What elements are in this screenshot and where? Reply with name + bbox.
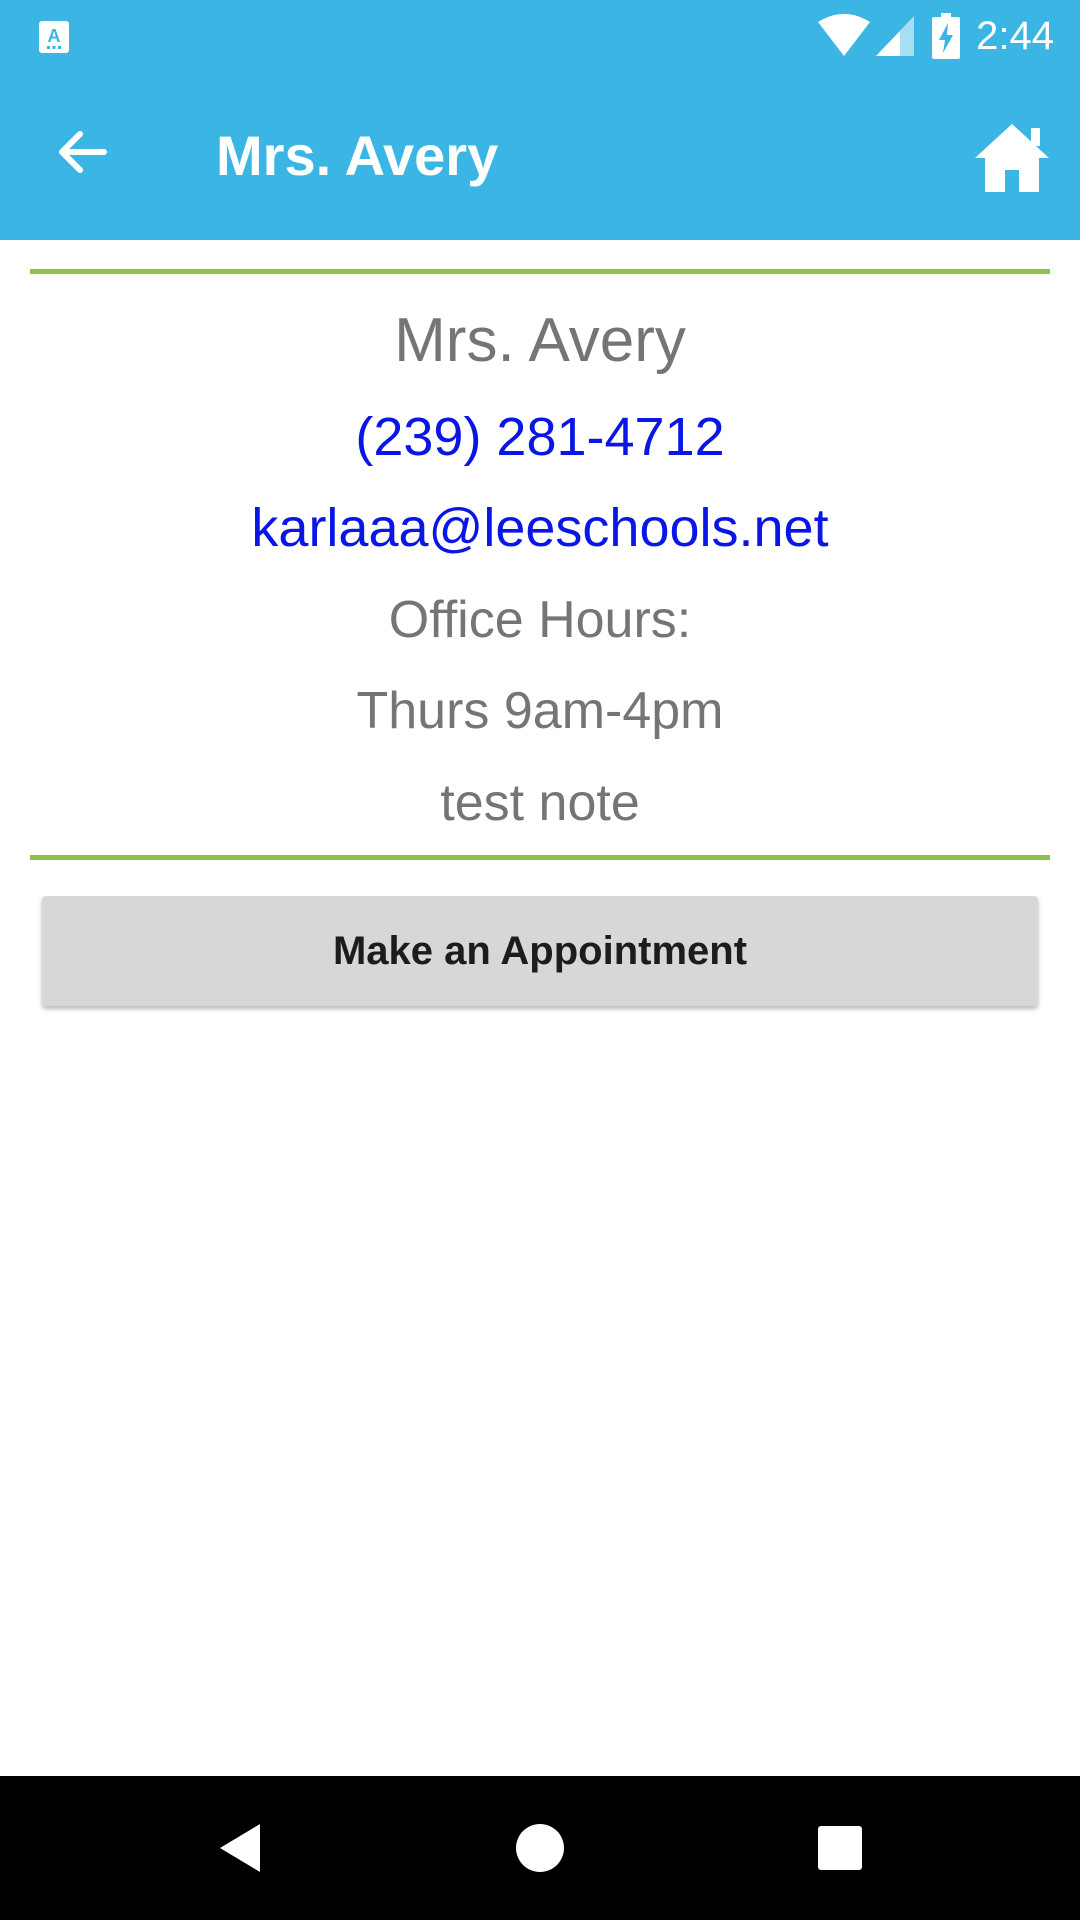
cell-signal-icon bbox=[874, 14, 916, 58]
wifi-icon bbox=[816, 14, 872, 58]
email-link[interactable]: karlaaa@leeschools.net bbox=[0, 496, 1080, 560]
office-hours-label: Office Hours: bbox=[388, 591, 692, 649]
nav-recents-icon bbox=[818, 1826, 862, 1870]
bottom-divider bbox=[30, 855, 1050, 860]
navigation-bar bbox=[0, 1776, 1080, 1920]
nav-back-button[interactable] bbox=[192, 1800, 288, 1896]
status-icons: 2:44 bbox=[816, 10, 1054, 62]
battery-charging-icon bbox=[932, 13, 961, 59]
nav-home-button[interactable] bbox=[492, 1800, 588, 1896]
screen: A 2:44 Mrs. Avery Mrs. Avery (239) 281-4… bbox=[0, 0, 1080, 1920]
nav-back-icon bbox=[220, 1824, 260, 1872]
phone-link[interactable]: (239) 281-4712 bbox=[0, 405, 1080, 469]
arrow-left-icon bbox=[59, 131, 107, 173]
make-appointment-button[interactable]: Make an Appointment bbox=[42, 896, 1038, 1006]
toolbar: Mrs. Avery bbox=[0, 72, 1080, 240]
teacher-name: Mrs. Avery bbox=[394, 306, 686, 375]
nav-home-icon bbox=[516, 1824, 564, 1872]
status-bar: A 2:44 bbox=[0, 0, 1080, 72]
svg-text:A: A bbox=[48, 26, 61, 46]
page-title: Mrs. Avery bbox=[216, 124, 499, 187]
office-hours-value: Thurs 9am-4pm bbox=[356, 682, 724, 740]
top-divider bbox=[30, 269, 1050, 274]
app-notification-icon: A bbox=[38, 20, 70, 54]
back-button[interactable] bbox=[40, 110, 124, 194]
status-time: 2:44 bbox=[976, 13, 1054, 58]
nav-recents-button[interactable] bbox=[792, 1800, 888, 1896]
note-text: test note bbox=[440, 774, 640, 832]
home-icon bbox=[975, 124, 1049, 192]
home-button[interactable] bbox=[970, 116, 1054, 200]
